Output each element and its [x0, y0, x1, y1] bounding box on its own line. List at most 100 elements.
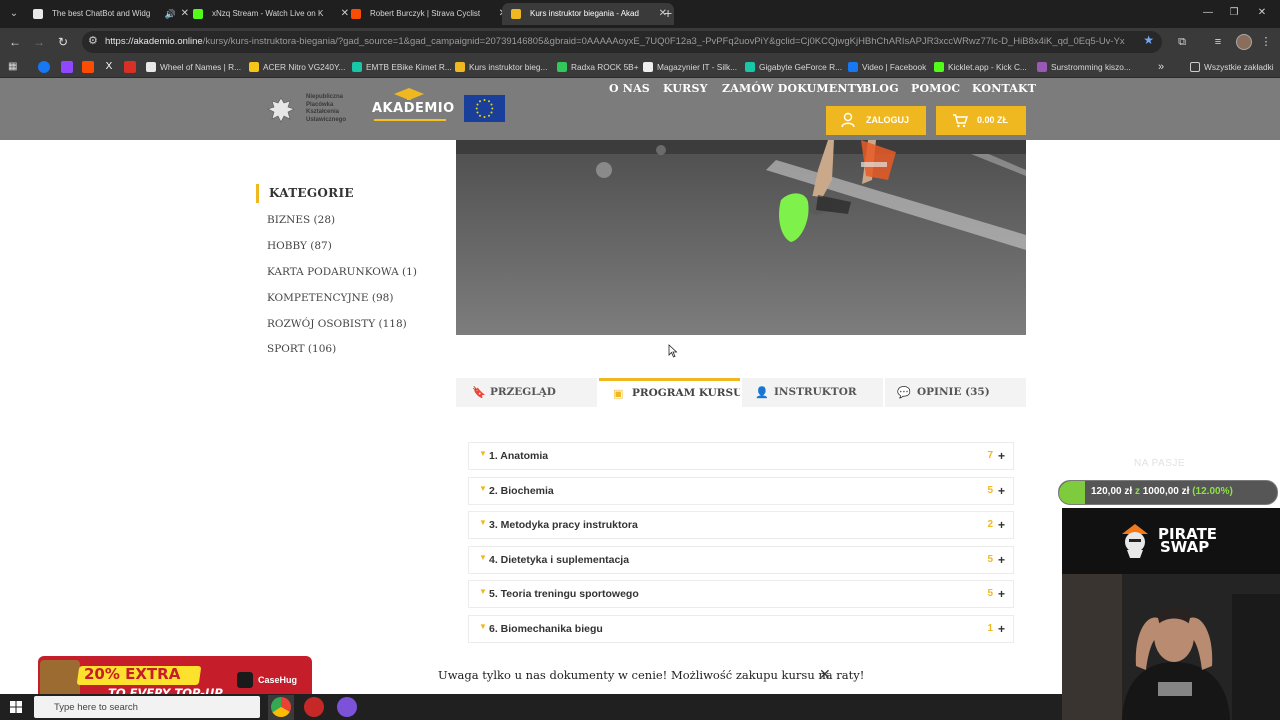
- bookmark-star-icon[interactable]: ★: [1143, 33, 1154, 47]
- new-tab-button[interactable]: +: [664, 4, 672, 22]
- category-karta-podarunkowa[interactable]: KARTA PODARUNKOWA (1): [267, 266, 417, 278]
- category-hobby[interactable]: HOBBY (87): [267, 240, 332, 252]
- category-sport[interactable]: SPORT (106): [267, 343, 336, 355]
- windows-start-icon[interactable]: [10, 701, 22, 713]
- nav-zamow-dokumenty[interactable]: ZAMÓW DOKUMENTY: [722, 82, 864, 95]
- nav-o-nas[interactable]: O NAS: [609, 82, 650, 95]
- strava-icon[interactable]: [82, 61, 94, 73]
- extensions-icon[interactable]: ⧉: [1174, 34, 1190, 50]
- youtube-icon[interactable]: [124, 61, 136, 73]
- tab-audio-icon[interactable]: 🔊: [165, 3, 176, 25]
- category-kompetencyjne[interactable]: KOMPETENCYJNE (98): [267, 292, 393, 304]
- bookmark-label: Gigabyte GeForce R...: [759, 62, 843, 72]
- close-window-icon[interactable]: ✕: [1254, 5, 1270, 21]
- nav-pomoc[interactable]: POMOC: [911, 82, 960, 95]
- notice-close-icon[interactable]: ✕: [819, 666, 831, 683]
- webcam-feed: [1062, 574, 1280, 720]
- facebook-icon[interactable]: [38, 61, 50, 73]
- bookmark-item[interactable]: Kicklet.app - Kick C...: [934, 56, 1027, 78]
- restore-icon[interactable]: ❐: [1226, 5, 1242, 21]
- curriculum-section[interactable]: ▼ 3. Metodyka pracy instruktora 2 +: [468, 511, 1014, 540]
- curriculum-section[interactable]: ▼ 6. Biomechanika biegu 1 +: [468, 615, 1014, 643]
- login-button[interactable]: ZALOGUJ: [826, 106, 926, 135]
- curriculum-section[interactable]: ▼ 2. Biochemia 5 +: [468, 476, 1014, 505]
- tab-favicon-icon: [351, 9, 361, 19]
- tab-program-kursu[interactable]: ▣ PROGRAM KURSU: [599, 378, 742, 407]
- nav-kursy[interactable]: KURSY: [663, 82, 708, 95]
- bookmark-item[interactable]: Radxa ROCK 5B+: [557, 56, 639, 78]
- apps-icon[interactable]: ▦: [8, 61, 20, 73]
- donation-goal-fill: [1059, 481, 1086, 504]
- address-bar[interactable]: ⚙ https://akademio.online/kursy/kurs-ins…: [82, 31, 1162, 53]
- expand-plus-icon[interactable]: +: [998, 443, 1005, 469]
- profile-avatar[interactable]: [1236, 34, 1252, 50]
- curriculum-section[interactable]: ▼ 4. Dietetyka i suplementacja 5 +: [468, 545, 1014, 574]
- bookmark-favicon-icon: [848, 62, 858, 72]
- back-icon[interactable]: ←: [7, 34, 23, 50]
- expand-plus-icon[interactable]: +: [998, 547, 1005, 573]
- section-title: 1. Anatomia: [489, 450, 549, 462]
- bookmark-label: Surstromming kiszo...: [1051, 62, 1131, 72]
- obs-taskbar-icon[interactable]: [337, 697, 357, 717]
- twitch-icon[interactable]: [61, 61, 73, 73]
- bookmark-label: Magazynier IT - Silk...: [657, 62, 738, 72]
- bookmark-item[interactable]: Gigabyte GeForce R...: [745, 56, 842, 78]
- url-host: https://akademio.online: [105, 36, 203, 47]
- browser-tab[interactable]: xNzq Stream - Watch Live on K ✕: [184, 3, 356, 25]
- bookmark-item[interactable]: Magazynier IT - Silk...: [643, 56, 737, 78]
- bookmark-item[interactable]: Kurs instruktor bieg...: [455, 56, 547, 78]
- tab-search-icon[interactable]: ⌄: [6, 6, 22, 22]
- url-path: /kursy/kurs-instruktora-biegania/?gad_so…: [202, 36, 1125, 47]
- nav-kontakt[interactable]: KONTAKT: [972, 82, 1036, 95]
- menu-icon[interactable]: ⋮: [1258, 34, 1274, 50]
- lesson-count: 7: [987, 450, 993, 461]
- eu-flag-icon: [464, 95, 505, 122]
- tab-instruktor[interactable]: 👤 INSTRUKTOR: [742, 378, 883, 407]
- lesson-count: 1: [987, 623, 993, 634]
- nav-blog[interactable]: BLOG: [862, 82, 899, 95]
- expand-plus-icon[interactable]: +: [998, 616, 1005, 642]
- polish-eagle-emblem-icon: [267, 97, 295, 123]
- browser-tab[interactable]: Robert Burczyk | Strava Cyclist✕: [342, 3, 514, 25]
- more-bookmarks-icon[interactable]: »: [1158, 56, 1164, 78]
- cart-button[interactable]: 0.00 ZŁ: [936, 106, 1026, 135]
- chrome-taskbar-icon[interactable]: [271, 697, 291, 717]
- expand-plus-icon[interactable]: +: [998, 512, 1005, 538]
- bookmark-favicon-icon: [1037, 62, 1047, 72]
- brand-logo-text[interactable]: AKADEMIO: [372, 101, 454, 116]
- forward-icon[interactable]: →: [31, 34, 47, 50]
- curriculum-section[interactable]: ▼ 5. Teoria treningu sportowego 5 +: [468, 580, 1014, 609]
- user-icon: [841, 112, 855, 128]
- section-title: 4. Dietetyka i suplementacja: [489, 553, 630, 566]
- media-controls-icon[interactable]: ≡: [1210, 34, 1226, 50]
- notice-text: Uwaga tylko u nas dokumenty w cenie! Moż…: [438, 668, 865, 682]
- bookmark-icon: 🔖: [472, 386, 486, 399]
- bookmark-item[interactable]: Surstromming kiszo...: [1037, 56, 1131, 78]
- tab-title: Robert Burczyk | Strava Cyclist: [370, 9, 481, 18]
- expand-plus-icon[interactable]: +: [998, 581, 1005, 607]
- curriculum-section[interactable]: ▼ 1. Anatomia 7 +: [468, 442, 1014, 470]
- pirate-mascot-icon: [1122, 524, 1148, 558]
- section-title: 6. Biomechanika biegu: [489, 623, 603, 635]
- minimize-icon[interactable]: —: [1200, 5, 1216, 21]
- tab-opinie[interactable]: 💬 OPINIE (35): [885, 378, 1026, 407]
- bookmark-item[interactable]: Wheel of Names | R...: [146, 56, 241, 78]
- bookmark-item[interactable]: ACER Nitro VG240Y...: [249, 56, 345, 78]
- cart-icon: [953, 114, 968, 128]
- bookmark-label: Video | Facebook: [862, 62, 927, 72]
- app-taskbar-icon[interactable]: [304, 697, 324, 717]
- expand-plus-icon[interactable]: +: [998, 478, 1005, 504]
- bookmark-item[interactable]: Video | Facebook: [848, 56, 926, 78]
- category-rozwoj-osobisty[interactable]: ROZWÓJ OSOBISTY (118): [267, 318, 407, 330]
- bookmark-item[interactable]: EMTB EBike Kimet R...: [352, 56, 452, 78]
- reload-icon[interactable]: ↻: [55, 34, 71, 50]
- tab-przeglad[interactable]: 🔖 PRZEGLĄD: [456, 378, 596, 407]
- browser-tab[interactable]: The best ChatBot and Widg 🔊 ✕: [24, 3, 196, 25]
- ad-brand: CaseHug: [258, 675, 298, 685]
- tab-title: Kurs instruktor biegania - Akad: [530, 9, 639, 18]
- browser-tab[interactable]: Kurs instruktor biegania - Akad ✕: [502, 3, 674, 25]
- category-biznes[interactable]: BIZNES (28): [267, 214, 335, 226]
- site-info-icon[interactable]: ⚙: [88, 34, 98, 47]
- x-icon[interactable]: X: [103, 61, 115, 73]
- all-bookmarks[interactable]: Wszystkie zakładki: [1190, 56, 1274, 78]
